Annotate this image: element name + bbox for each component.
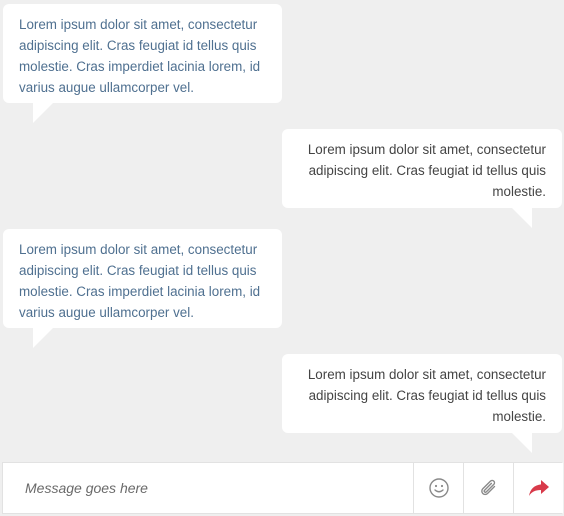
- bubble-tail: [33, 328, 53, 348]
- send-button[interactable]: [513, 463, 563, 513]
- attach-button[interactable]: [463, 463, 513, 513]
- message-text: Lorem ipsum dolor sit amet, consectetur …: [307, 367, 546, 424]
- message-composer: [2, 462, 563, 514]
- message-bubble-incoming: Lorem ipsum dolor sit amet, consectetur …: [3, 4, 282, 123]
- paperclip-icon: [478, 477, 500, 499]
- bubble-tail: [512, 433, 532, 453]
- message-input[interactable]: [3, 463, 413, 513]
- message-bubble-incoming: Lorem ipsum dolor sit amet, consectetur …: [3, 229, 282, 348]
- bubble-tail: [512, 208, 532, 228]
- emoji-button[interactable]: [413, 463, 463, 513]
- message-text: Lorem ipsum dolor sit amet, consectetur …: [307, 142, 546, 199]
- smiley-face-icon: [428, 477, 450, 499]
- bubble-tail: [33, 103, 53, 123]
- message-bubble-outgoing: Lorem ipsum dolor sit amet, consectetur …: [282, 129, 562, 228]
- message-text: Lorem ipsum dolor sit amet, consectetur …: [19, 242, 261, 320]
- message-bubble-outgoing: Lorem ipsum dolor sit amet, consectetur …: [282, 354, 562, 453]
- chat-thread: Lorem ipsum dolor sit amet, consectetur …: [0, 0, 564, 462]
- send-arrow-icon: [527, 477, 551, 499]
- message-text: Lorem ipsum dolor sit amet, consectetur …: [19, 17, 261, 95]
